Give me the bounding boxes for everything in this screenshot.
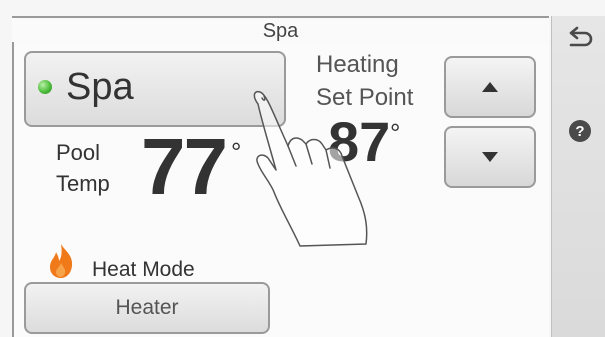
pool-temp-label-line1: Pool bbox=[56, 140, 101, 165]
setpoint-value: 87 bbox=[328, 110, 391, 173]
spa-mode-button[interactable] bbox=[24, 51, 286, 127]
flame-icon bbox=[46, 243, 76, 279]
heater-button-label: Heater bbox=[115, 296, 179, 319]
mode-button-label: Spa bbox=[66, 66, 134, 108]
triangle-up-icon bbox=[482, 82, 498, 92]
decrease-setpoint-button[interactable] bbox=[444, 126, 536, 188]
heater-button[interactable]: Heater bbox=[24, 282, 270, 334]
pool-temp-value: 77 bbox=[141, 122, 228, 211]
pool-temp-unit: ° bbox=[231, 137, 242, 167]
page-title-text: Spa bbox=[262, 19, 299, 42]
back-arrow-icon[interactable] bbox=[565, 24, 595, 54]
pool-temp-label: Pool Temp bbox=[56, 137, 126, 199]
status-led-icon bbox=[38, 80, 52, 94]
pool-temp-label-line2: Temp bbox=[56, 171, 110, 196]
page-title: Spa bbox=[12, 16, 549, 46]
triangle-down-icon bbox=[482, 152, 498, 162]
heat-mode-label: Heat Mode bbox=[92, 258, 195, 281]
help-icon[interactable]: ? bbox=[569, 120, 591, 142]
side-panel bbox=[551, 16, 605, 337]
setpoint-label: Heating Set Point bbox=[316, 48, 436, 114]
setpoint-unit: ° bbox=[390, 118, 401, 148]
device-screen: Spa ? Spa Pool Temp 77 ° Heating Set Poi… bbox=[0, 0, 605, 337]
help-icon-glyph: ? bbox=[575, 122, 585, 140]
setpoint-label-line1: Heating bbox=[316, 51, 399, 78]
increase-setpoint-button[interactable] bbox=[444, 56, 536, 118]
